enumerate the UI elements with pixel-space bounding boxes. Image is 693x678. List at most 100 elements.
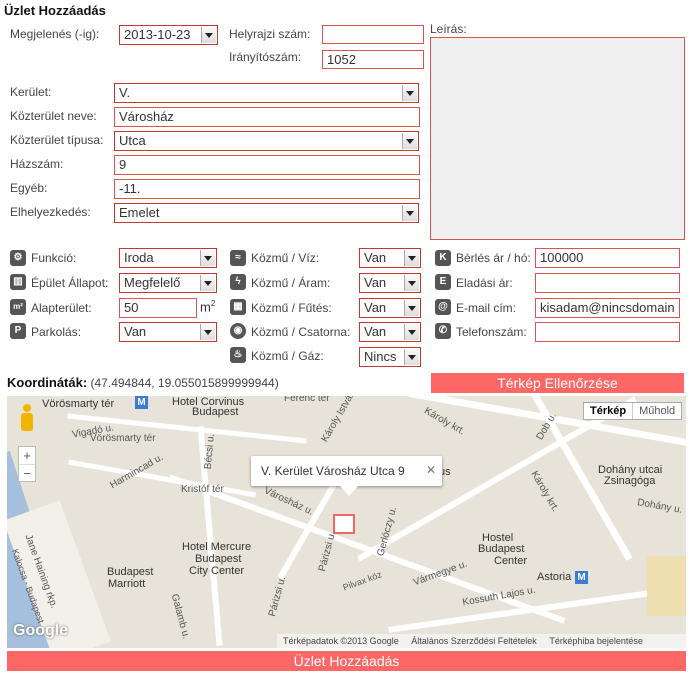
- terkep-ellenorzese-button[interactable]: Térkép Ellenőrzése: [431, 373, 684, 393]
- chevron-down-icon: [200, 275, 215, 291]
- metro-icon: M: [575, 571, 588, 584]
- map-label: Budapest: [107, 566, 154, 578]
- chevron-down-icon: [404, 349, 419, 365]
- kozterulet-tipusa-label: Közterület típusa:: [10, 133, 104, 147]
- megjelenes-value: 2013-10-23: [124, 27, 191, 42]
- parkolas-value: Van: [124, 324, 147, 339]
- iranyitoszam-label: Irányítószám:: [229, 50, 302, 64]
- google-logo[interactable]: Google: [13, 622, 68, 640]
- location-marker-icon[interactable]: [333, 514, 355, 534]
- map-label: Kristóf tér: [181, 484, 224, 495]
- helyrajzi-input[interactable]: [322, 25, 424, 44]
- gaz-select[interactable]: Nincs: [359, 347, 421, 367]
- m2-unit-sup: 2: [210, 299, 216, 308]
- epulet-allapot-select[interactable]: Megfelelő: [119, 273, 217, 293]
- map-label: Marriott: [108, 578, 146, 590]
- park-area: [647, 556, 686, 616]
- map-label: Párizsi u.: [316, 530, 339, 573]
- map-label: Center: [494, 555, 528, 567]
- chevron-down-icon: [200, 324, 215, 340]
- map-label: Ferenc tér: [284, 396, 330, 404]
- map-label: Dohány u.: [636, 497, 684, 516]
- iranyitoszam-input[interactable]: 1052: [322, 50, 424, 69]
- kerulet-select[interactable]: V.: [114, 83, 419, 103]
- gear-icon: ⚙: [10, 250, 26, 266]
- road: [68, 459, 256, 498]
- chevron-down-icon: [402, 205, 417, 221]
- megjelenes-date-select[interactable]: 2013-10-23: [119, 25, 218, 45]
- parkolas-select[interactable]: Van: [119, 322, 217, 342]
- berles-input[interactable]: 100000: [535, 248, 680, 268]
- chevron-down-icon: [201, 27, 216, 43]
- kerulet-value: V.: [119, 85, 131, 100]
- report-error-link[interactable]: Térképhiba bejelentése: [549, 636, 643, 646]
- leiras-textarea[interactable]: [430, 37, 685, 240]
- map[interactable]: Vörösmarty tér M Hotel Corvinus Budapest…: [7, 396, 686, 648]
- epulet-allapot-label: Épület Állapot:: [31, 276, 109, 290]
- elhelyezkedes-select[interactable]: Emelet: [114, 203, 419, 223]
- futes-select[interactable]: Van: [359, 298, 421, 318]
- tab-map[interactable]: Térkép: [584, 403, 634, 419]
- viz-value: Van: [364, 250, 387, 265]
- m2-icon: m²: [10, 299, 26, 315]
- eladasi-input[interactable]: [535, 273, 680, 293]
- m2-unit: m2: [200, 299, 215, 314]
- gaz-value: Nincs: [364, 349, 397, 364]
- telefon-label: Telefonszám:: [456, 325, 527, 339]
- chevron-down-icon: [402, 133, 417, 149]
- map-data-attribution: Térképadatok ©2013 Google: [283, 636, 399, 646]
- m2-unit-text: m: [200, 299, 211, 315]
- koordinatak: Koordináták: (47.494844, 19.055015899999…: [7, 375, 279, 390]
- koordinatak-value: (47.494844, 19.055015899999944): [90, 376, 279, 390]
- map-label: Gerlóczy u.: [375, 505, 400, 558]
- map-label: Vörösmarty tér: [90, 433, 156, 444]
- zoom-in-button[interactable]: +: [19, 447, 35, 465]
- helyrajzi-label: Helyrajzi szám:: [229, 27, 311, 41]
- eladasi-label: Eladási ár:: [456, 276, 513, 290]
- csatorna-select[interactable]: Van: [359, 322, 421, 342]
- map-label: Párizsi u.: [266, 575, 289, 618]
- metro-icon: M: [135, 396, 148, 409]
- megjelenes-label: Megjelenés (-ig):: [10, 27, 100, 41]
- email-input[interactable]: kisadam@nincsdomain: [535, 298, 680, 318]
- elhelyezkedes-label: Elhelyezkedés:: [10, 205, 91, 219]
- funkcio-select[interactable]: Iroda: [119, 248, 217, 268]
- hazszam-input[interactable]: 9: [114, 155, 420, 175]
- map-type-control: Térkép Műhold: [583, 402, 683, 420]
- terms-link[interactable]: Általános Szerződési Feltételek: [411, 636, 537, 646]
- viz-select[interactable]: Van: [359, 248, 421, 268]
- street-view-pegman-icon[interactable]: [17, 404, 37, 434]
- map-label: Vörösmarty tér: [42, 398, 115, 410]
- aram-select[interactable]: Van: [359, 273, 421, 293]
- chevron-down-icon: [404, 275, 419, 291]
- at-icon: @: [435, 299, 451, 315]
- elhelyezkedes-value: Emelet: [119, 205, 160, 220]
- page-title: Üzlet Hozzáadás: [4, 3, 106, 18]
- info-window: V. Kerület Városház Utca 9 ✕: [251, 456, 442, 486]
- epulet-allapot-value: Megfelelő: [124, 275, 181, 290]
- funkcio-value: Iroda: [124, 250, 154, 265]
- egyeb-label: Egyéb:: [10, 181, 48, 195]
- aram-value: Van: [364, 275, 387, 290]
- zoom-out-button[interactable]: −: [19, 465, 35, 482]
- map-footer: Térképadatok ©2013 Google Általános Szer…: [277, 634, 686, 648]
- alapterulet-input[interactable]: 50: [119, 298, 197, 318]
- lightning-icon: ϟ: [230, 274, 246, 290]
- futes-label: Közmű / Fűtés:: [251, 301, 332, 315]
- berles-label: Bérlés ár / hó:: [456, 251, 531, 265]
- csatorna-value: Van: [364, 324, 387, 339]
- zoom-control: + −: [18, 446, 36, 482]
- uzlet-hozzaadas-button[interactable]: Üzlet Hozzáadás: [7, 651, 686, 671]
- csatorna-label: Közmű / Csatorna:: [251, 325, 351, 339]
- alapterulet-label: Alapterület:: [31, 301, 92, 315]
- kozterulet-tipusa-select[interactable]: Utca: [114, 131, 419, 151]
- close-icon[interactable]: ✕: [426, 463, 436, 477]
- telefon-input[interactable]: [535, 322, 680, 342]
- chevron-down-icon: [404, 300, 419, 316]
- egyeb-input[interactable]: -11.: [114, 179, 420, 199]
- parking-icon: P: [10, 323, 26, 339]
- leiras-label: Leírás:: [430, 22, 467, 36]
- e-icon: E: [435, 274, 451, 290]
- kozterulet-neve-input[interactable]: Városház: [114, 107, 420, 127]
- tab-satellite[interactable]: Műhold: [633, 403, 681, 419]
